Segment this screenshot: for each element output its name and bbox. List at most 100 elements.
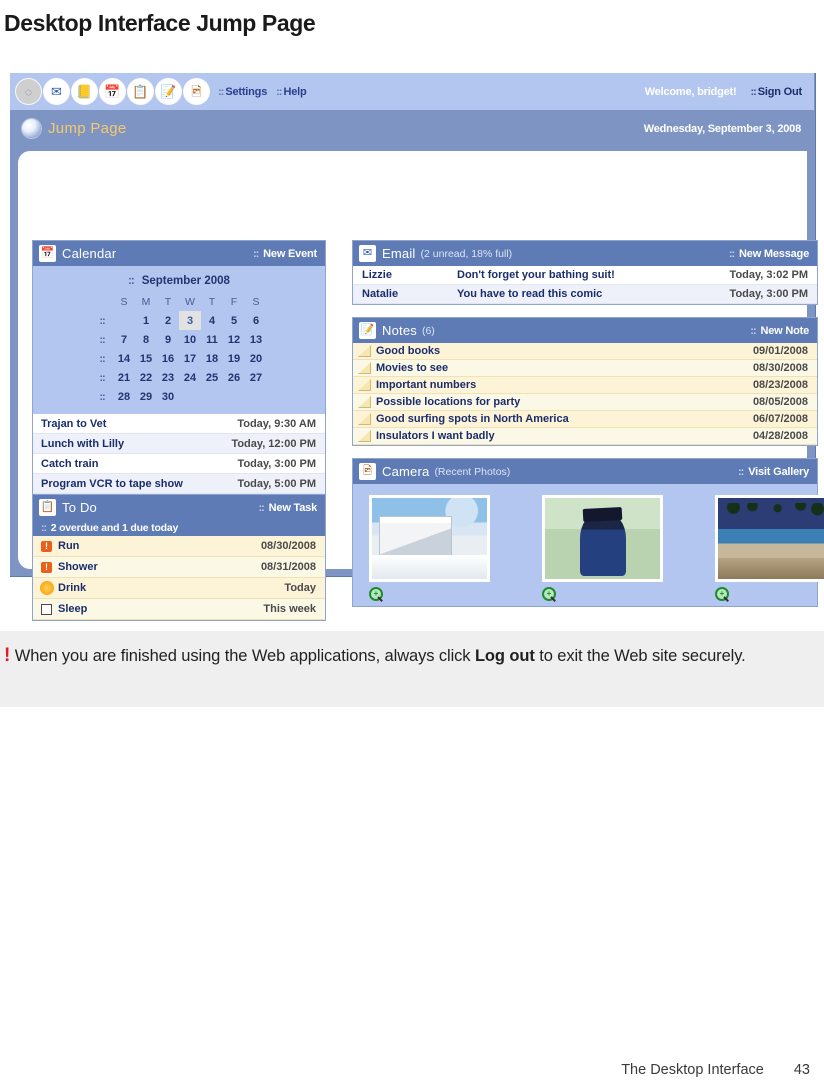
help-link[interactable]: :: Help — [276, 86, 307, 98]
calendar-day-5[interactable]: 5 — [223, 311, 245, 330]
note-title: Possible locations for party — [376, 396, 521, 408]
email-row[interactable]: Natalie You have to read this comic Today,… — [353, 285, 817, 304]
calendar-day-24[interactable]: 24 — [179, 368, 201, 387]
calendar-weeks: :: 1 2 3 4 5 6:: 7 8 9 10 11 12 13:: 14 15 16 17 18 19 20:: 2… — [91, 311, 267, 406]
calendar-day-18[interactable]: 18 — [201, 349, 223, 368]
calendar-week-nav-icon[interactable]: :: — [91, 311, 113, 330]
note-row[interactable]: Possible locations for party 08/05/2008 — [353, 394, 817, 411]
note-row[interactable]: Good surfing spots in North America 06/07… — [353, 411, 817, 428]
calendar-day-9[interactable]: 9 — [157, 330, 179, 349]
calendar-day-12[interactable]: 12 — [223, 330, 245, 349]
calendar-day-15[interactable]: 15 — [135, 349, 157, 368]
appointment-time: Today, 5:00 PM — [237, 477, 316, 490]
calendar-week-nav-icon[interactable]: :: — [91, 387, 113, 406]
calendar-week-nav-icon[interactable]: :: — [91, 349, 113, 368]
magnifier-zoom-icon[interactable]: + — [715, 587, 730, 602]
jump-page-bar: Jump Page Wednesday, September 3, 2008 — [10, 110, 814, 147]
calendar-day-30[interactable]: 30 — [157, 387, 179, 406]
calendar-day-26[interactable]: 26 — [223, 368, 245, 387]
email-panel: ✉ Email (2 unread, 18% full) :: New Mess… — [352, 240, 818, 305]
todo-row[interactable]: ! Run 08/30/2008 — [33, 536, 325, 557]
calendar-week-row: :: 7 8 9 10 11 12 13 — [91, 330, 267, 349]
new-task-button[interactable]: :: New Task — [258, 502, 317, 514]
magnifier-zoom-icon[interactable]: + — [369, 587, 384, 602]
notes-icon[interactable]: 📝 — [156, 79, 181, 104]
new-message-button[interactable]: :: New Message — [729, 248, 809, 260]
note-date: 09/01/2008 — [752, 345, 808, 357]
calendar-day-20[interactable]: 20 — [245, 349, 267, 368]
month-prev-icon[interactable]: :: — [128, 275, 135, 287]
dots-glyph: :: — [750, 324, 756, 337]
calendar-week-nav-icon[interactable]: :: — [91, 368, 113, 387]
camera-photos-icon[interactable]: 🖻 — [184, 79, 209, 104]
calendar-day-28[interactable]: 28 — [113, 387, 135, 406]
visit-gallery-button[interactable]: :: Visit Gallery — [738, 466, 809, 478]
notes-title: Notes — [382, 323, 417, 338]
calendar-day-1[interactable]: 1 — [135, 311, 157, 330]
todo-due-date: 08/30/2008 — [260, 540, 316, 552]
appointment-row[interactable]: Catch train Today, 3:00 PM — [33, 454, 325, 474]
email-row[interactable]: Lizzie Don't forget your bathing suit! Tod… — [353, 266, 817, 285]
todo-panel: 📋 To Do :: New Task :: 2 overdue and 1 d… — [32, 495, 326, 621]
todo-row[interactable]: Sleep This week — [33, 599, 325, 620]
dots-glyph: :: — [252, 247, 259, 260]
note-page-icon — [358, 396, 371, 408]
photo-cell: + — [369, 495, 490, 602]
calendar-week-nav-icon[interactable]: :: — [91, 330, 113, 349]
todo-list-icon[interactable]: 📋 — [128, 79, 153, 104]
calendar-month-label: September 2008 — [141, 275, 230, 287]
calendar-day-2[interactable]: 2 — [157, 311, 179, 330]
photo-snowy-house[interactable] — [369, 495, 490, 582]
new-note-button[interactable]: :: New Note — [750, 325, 809, 337]
note-page-icon — [358, 345, 371, 357]
calendar-day-23[interactable]: 23 — [157, 368, 179, 387]
checkbox-icon[interactable] — [40, 603, 53, 616]
email-icon[interactable]: ✉ — [44, 79, 69, 104]
calendar-day-10[interactable]: 10 — [179, 330, 201, 349]
note-date: 04/28/2008 — [752, 430, 808, 442]
appointment-row[interactable]: Lunch with Lilly Today, 12:00 PM — [33, 434, 325, 454]
todo-row[interactable]: Drink Today — [33, 578, 325, 599]
calendar-day-11[interactable]: 11 — [201, 330, 223, 349]
jump-page-orb-icon[interactable]: ◌ — [16, 79, 41, 104]
settings-link[interactable]: :: Settings — [218, 86, 267, 98]
todo-list-icon: 📋 — [39, 499, 56, 516]
calendar-day-25[interactable]: 25 — [201, 368, 223, 387]
calendar-day-27[interactable]: 27 — [245, 368, 267, 387]
calendar-day-13[interactable]: 13 — [245, 330, 267, 349]
sign-out-label: Sign Out — [757, 85, 802, 98]
weekday-5: F — [230, 295, 238, 308]
calendar-day-22[interactable]: 22 — [135, 368, 157, 387]
note-row[interactable]: Insulators I want badly 04/28/2008 — [353, 428, 817, 445]
calendar-icon[interactable]: 📅 — [100, 79, 125, 104]
calendar-day-17[interactable]: 17 — [179, 349, 201, 368]
calendar-day-6[interactable]: 6 — [245, 311, 267, 330]
weekday-1: M — [141, 295, 151, 308]
new-event-button[interactable]: :: New Event — [253, 248, 317, 260]
calendar-day-14[interactable]: 14 — [113, 349, 135, 368]
calendar-day-3[interactable]: 3 — [179, 311, 201, 330]
note-row[interactable]: Good books 09/01/2008 — [353, 343, 817, 360]
calendar-day-7[interactable]: 7 — [113, 330, 135, 349]
calendar-day-4[interactable]: 4 — [201, 311, 223, 330]
todo-row[interactable]: ! Shower 08/31/2008 — [33, 557, 325, 578]
appointment-row[interactable]: Program VCR to tape show Today, 5:00 PM — [33, 474, 325, 494]
note-date: 08/05/2008 — [752, 396, 808, 408]
todo-summary-text: 2 overdue and 1 due today — [50, 522, 179, 534]
calendar-day-8[interactable]: 8 — [135, 330, 157, 349]
calendar-day-29[interactable]: 29 — [135, 387, 157, 406]
calendar-day-16[interactable]: 16 — [157, 349, 179, 368]
photo-palm-harbor[interactable] — [715, 495, 824, 582]
magnifier-zoom-icon[interactable]: + — [542, 587, 557, 602]
appointment-time: Today, 9:30 AM — [237, 417, 316, 430]
calendar-day-19[interactable]: 19 — [223, 349, 245, 368]
appointment-row[interactable]: Trajan to Vet Today, 9:30 AM — [33, 414, 325, 434]
photo-graduation[interactable] — [542, 495, 663, 582]
photo-cell: + — [715, 495, 824, 602]
address-book-icon[interactable]: 📒 — [72, 79, 97, 104]
notes-icon: 📝 — [359, 322, 376, 339]
note-row[interactable]: Movies to see 08/30/2008 — [353, 360, 817, 377]
calendar-day-21[interactable]: 21 — [113, 368, 135, 387]
sign-out-link[interactable]: :: Sign Out — [750, 86, 802, 98]
note-row[interactable]: Important numbers 08/23/2008 — [353, 377, 817, 394]
